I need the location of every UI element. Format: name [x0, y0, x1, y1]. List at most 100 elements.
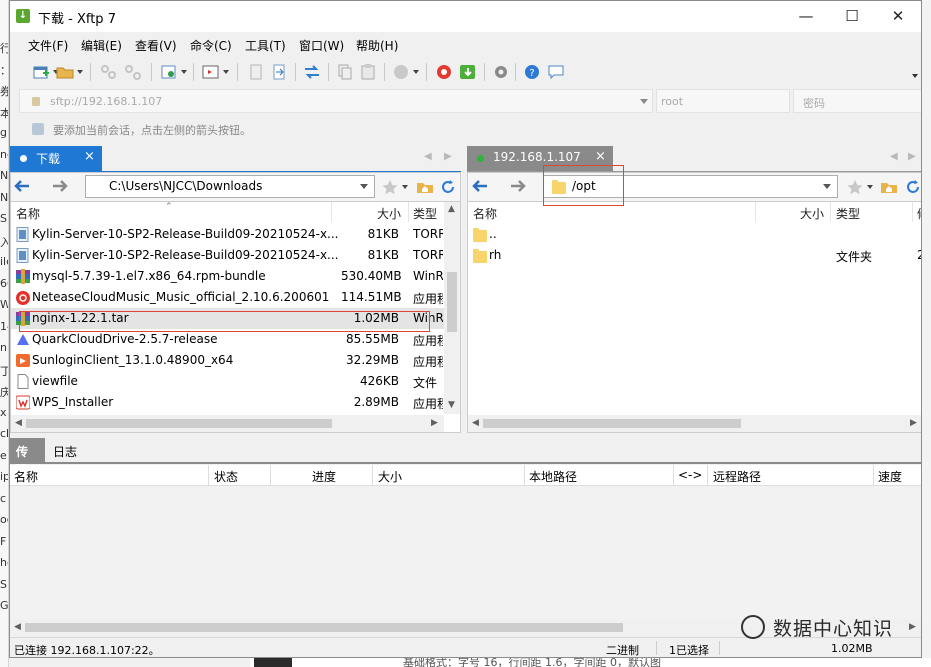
forward-arrow-icon[interactable] [52, 180, 68, 192]
close-tab-icon[interactable]: × [84, 149, 95, 164]
terminal-icon[interactable] [202, 64, 229, 80]
chevron-down-icon[interactable] [823, 184, 831, 193]
host-address-field[interactable]: sftp://192.168.1.107 [19, 89, 653, 113]
scroll-right-icon[interactable]: ▶ [910, 418, 917, 428]
remote-file-row[interactable]: rh 文件夹 2 [468, 245, 921, 266]
tab-local-downloads[interactable]: 下载 × [10, 146, 102, 171]
favorite-dropdown-icon[interactable] [402, 185, 408, 192]
transfer-col-direction[interactable]: <-> [678, 468, 702, 482]
close-button[interactable]: ✕ [875, 1, 921, 32]
local-vertical-scrollbar[interactable]: ▲ ▼ [444, 202, 460, 414]
transfer-col-remote-path[interactable]: 远程路径 [713, 468, 761, 485]
remote-horizontal-scrollbar[interactable]: ◀ ▶ [468, 415, 921, 432]
close-tab-icon[interactable]: × [595, 149, 606, 164]
refresh-icon[interactable] [439, 179, 457, 195]
transfer-col-name[interactable]: 名称 [14, 468, 38, 485]
menu-edit[interactable]: 编辑(E) [81, 37, 122, 54]
scroll-left-icon[interactable]: ◀ [472, 418, 479, 428]
chat-icon[interactable] [547, 64, 565, 80]
open-folder-icon[interactable] [56, 64, 83, 80]
menu-help[interactable]: 帮助(H) [356, 37, 398, 54]
scroll-thumb[interactable] [483, 419, 741, 428]
transfer-mode[interactable]: 二进制 [606, 642, 639, 657]
scroll-left-icon[interactable]: ◀ [14, 622, 21, 632]
xftp-icon[interactable] [459, 64, 477, 80]
page-icon[interactable] [247, 64, 265, 80]
toolbar-overflow-arrow-icon[interactable] [912, 74, 918, 81]
remote-file-row[interactable]: .. [468, 224, 921, 245]
paste-icon[interactable] [359, 64, 377, 80]
column-type-header[interactable]: 类型 [413, 205, 437, 222]
transfer-col-speed[interactable]: 速度 [878, 468, 902, 485]
transfer-col-progress[interactable]: 进度 [312, 468, 336, 485]
forward-arrow-icon[interactable] [510, 180, 526, 192]
home-folder-icon[interactable] [416, 179, 434, 195]
local-file-row[interactable]: NeteaseCloudMusic_Music_official_2.10.6.… [11, 287, 444, 308]
tab-scroll-left-icon[interactable]: ◀ [424, 151, 432, 162]
status-circle-icon[interactable] [392, 64, 419, 80]
minimize-button[interactable]: — [783, 1, 829, 32]
local-file-row[interactable]: WPS_Installer 2.89MB 应用程 [11, 392, 444, 413]
session-properties-icon[interactable] [160, 64, 187, 80]
transfer-col-size[interactable]: 大小 [378, 468, 402, 485]
transfer-col-status[interactable]: 状态 [214, 468, 238, 485]
chevron-down-icon[interactable] [640, 99, 648, 108]
column-name-header[interactable]: 名称 [473, 205, 497, 222]
transfer-col-local-path[interactable]: 本地路径 [529, 468, 577, 485]
tab-scroll-left-icon[interactable]: ◀ [890, 151, 898, 162]
column-modified-header[interactable]: 修 [917, 205, 921, 222]
local-horizontal-scrollbar[interactable]: ◀ ▶ [11, 415, 444, 432]
menu-file[interactable]: 文件(F) [28, 37, 68, 54]
scroll-thumb[interactable] [447, 272, 457, 332]
favorite-star-icon[interactable] [846, 179, 864, 195]
local-file-row[interactable]: mysql-5.7.39-1.el7.x86_64.rpm-bundle 530.… [11, 266, 444, 287]
menu-view[interactable]: 查看(V) [135, 37, 177, 54]
title-bar[interactable]: ↓ 下载 - Xftp 7 — ☐ ✕ [10, 1, 921, 32]
menu-window[interactable]: 窗口(W) [299, 37, 344, 54]
add-session-arrow-icon[interactable] [32, 123, 44, 135]
copy-icon[interactable] [336, 64, 354, 80]
local-file-row[interactable]: viewfile 426KB 文件 [11, 371, 444, 392]
local-file-row[interactable]: SunloginClient_13.1.0.48900_x64 32.29MB 应用… [11, 350, 444, 371]
scroll-thumb[interactable] [26, 419, 332, 428]
refresh-icon[interactable] [904, 179, 922, 195]
username-field[interactable]: root [656, 89, 790, 113]
column-name-header[interactable]: 名称 [16, 205, 40, 222]
tab-transfer[interactable]: 传输 [10, 438, 45, 476]
local-file-row[interactable]: Kylin-Server-10-SP2-Release-Build09-2021… [11, 245, 444, 266]
favorite-star-icon[interactable] [381, 179, 399, 195]
local-file-row[interactable]: Kylin-Server-10-SP2-Release-Build09-2021… [11, 224, 444, 245]
chevron-down-icon[interactable] [360, 184, 368, 193]
back-arrow-icon[interactable] [472, 180, 488, 192]
column-size-header[interactable]: 大小 [377, 205, 401, 222]
sync-icon[interactable] [303, 64, 321, 80]
tab-scroll-right-icon[interactable]: ▶ [444, 151, 452, 162]
scroll-down-icon[interactable]: ▼ [448, 400, 455, 410]
password-field[interactable]: 密码 [793, 89, 921, 113]
tab-scroll-right-icon[interactable]: ▶ [908, 151, 916, 162]
tab-log[interactable]: 日志 [47, 438, 83, 462]
scroll-right-icon[interactable]: ▶ [909, 622, 916, 632]
scroll-thumb[interactable] [25, 623, 623, 632]
xshell-icon[interactable] [435, 64, 453, 80]
settings-gear-icon[interactable] [492, 64, 510, 80]
disconnect-icon[interactable] [124, 64, 142, 80]
column-type-header[interactable]: 类型 [836, 205, 860, 222]
transfer-page-icon[interactable] [270, 64, 288, 80]
maximize-button[interactable]: ☐ [829, 1, 875, 32]
toolbar-separator [484, 63, 485, 81]
local-file-row[interactable]: QuarkCloudDrive-2.5.7-release 85.55MB 应用程 [11, 329, 444, 350]
new-session-icon[interactable] [32, 64, 59, 80]
column-size-header[interactable]: 大小 [800, 205, 824, 222]
local-path-input[interactable]: C:\Users\NJCC\Downloads [85, 175, 375, 198]
scroll-up-icon[interactable]: ▲ [448, 204, 455, 214]
menu-tools[interactable]: 工具(T) [245, 37, 286, 54]
connect-icon[interactable] [100, 64, 118, 80]
scroll-left-icon[interactable]: ◀ [15, 418, 22, 428]
scroll-right-icon[interactable]: ▶ [431, 418, 438, 428]
favorite-dropdown-icon[interactable] [867, 185, 873, 192]
home-folder-icon[interactable] [880, 179, 898, 195]
menu-command[interactable]: 命令(C) [190, 37, 232, 54]
help-icon[interactable]: ? [523, 64, 541, 80]
back-arrow-icon[interactable] [14, 180, 30, 192]
